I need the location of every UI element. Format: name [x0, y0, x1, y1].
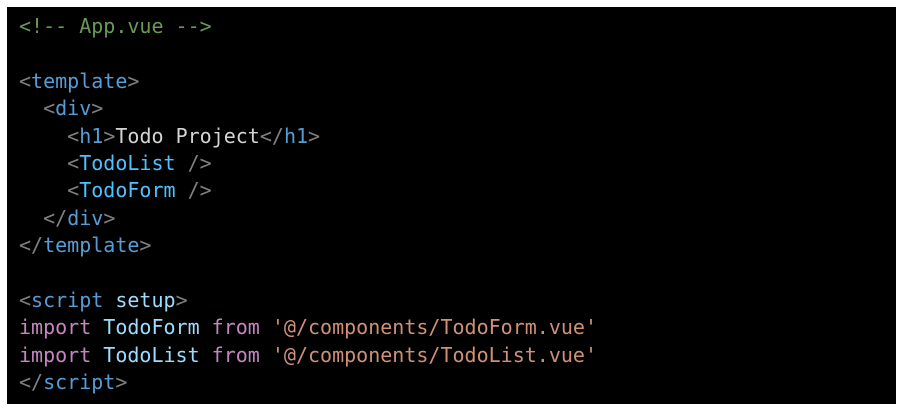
code-line-11: <script setup> — [19, 287, 188, 312]
code-line-8: </div> — [43, 205, 116, 230]
code-line-7: <TodoForm /> — [67, 178, 212, 203]
code-line-5: <h1>Todo Project</h1> — [67, 123, 321, 148]
code-block: <!-- App.vue --> <template> <div> <h1>To… — [7, 7, 896, 404]
div-close-tag: div — [67, 205, 104, 230]
file-comment: <!-- App.vue --> — [19, 14, 212, 38]
code-line-12: import TodoForm from '@/components/TodoF… — [19, 314, 597, 341]
import-keyword: import — [19, 342, 92, 367]
import-name: TodoForm — [103, 315, 200, 340]
template-close-tag: template — [43, 233, 140, 258]
script-close-tag: script — [43, 370, 116, 395]
code-content: <!-- App.vue --> <template> <div> <h1>To… — [19, 13, 597, 396]
code-line-9: </template> — [19, 233, 152, 258]
code-line-4: <div> — [43, 96, 104, 121]
import-name: TodoList — [103, 342, 200, 367]
import-path: '@/components/TodoList.vue' — [271, 342, 597, 367]
from-keyword: from — [211, 342, 260, 367]
div-open-tag: div — [55, 96, 92, 121]
code-line-3: <template> — [19, 68, 140, 93]
h1-text: Todo Project — [115, 123, 260, 148]
code-line-13: import TodoList from '@/components/TodoL… — [19, 342, 597, 369]
code-line-14: </script> — [19, 370, 128, 395]
import-path: '@/components/TodoForm.vue' — [271, 315, 597, 340]
import-keyword: import — [19, 315, 92, 340]
todolist-component-tag: TodoList — [79, 150, 176, 175]
code-line-6: <TodoList /> — [67, 150, 212, 175]
h1-close-tag: h1 — [283, 123, 309, 148]
template-open-tag: template — [31, 68, 128, 93]
code-line-1: <!-- App.vue --> — [19, 13, 597, 40]
h1-open-tag: h1 — [79, 123, 104, 148]
script-open-tag: script — [31, 287, 104, 312]
todoform-component-tag: TodoForm — [79, 178, 176, 203]
script-setup-attr: setup — [115, 287, 176, 312]
from-keyword: from — [211, 315, 260, 340]
